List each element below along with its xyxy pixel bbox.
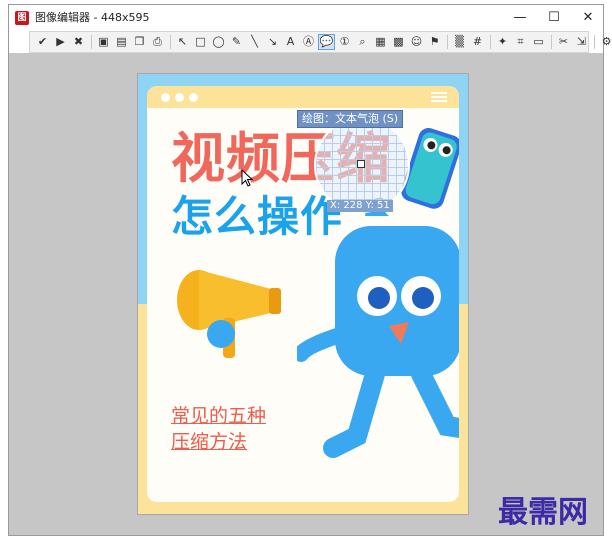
toolbar-separator: [490, 35, 491, 49]
magnifier-icon[interactable]: ⌕: [354, 34, 371, 50]
save-as-icon[interactable]: ▤: [113, 34, 130, 50]
image-icon[interactable]: ▩: [390, 34, 407, 50]
stamp-icon[interactable]: ⚑: [426, 34, 443, 50]
highlight-icon[interactable]: ▦: [372, 34, 389, 50]
poster-subtitle-line1: 常见的五种: [171, 405, 267, 427]
magic-icon[interactable]: ✦: [494, 34, 511, 50]
crop-icon[interactable]: ⌗: [512, 34, 529, 50]
app-icon: 图: [15, 11, 29, 25]
tool-tooltip: 绘图：文本气泡 (S): [297, 110, 404, 128]
emoji-icon[interactable]: ☺: [408, 34, 425, 50]
arrow-icon[interactable]: ↘: [264, 34, 281, 50]
toolbar: ✔ ▶ ✖ ▣ ▤ ❐ ⎙ ↖ □ ◯ ✎ ╲ ↘ A Ⓐ 💬 ① ⌕ ▦ ▩ ☺ ⚑ ▒ # ✦ ⌗ ▭ ✂ ⇲ ⚙: [29, 31, 611, 53]
title-bar[interactable]: 图 图像编辑器 - 448x595 — ☐ ✕: [9, 5, 603, 31]
play-icon[interactable]: ▶: [52, 34, 69, 50]
poster-subtitle-line2: 压缩方法: [171, 431, 248, 453]
minimize-button[interactable]: —: [503, 5, 537, 31]
megaphone-icon: [177, 270, 281, 358]
mouse-cursor-icon: [241, 169, 253, 187]
toolbar-separator: [551, 35, 552, 49]
maximize-button[interactable]: ☐: [537, 5, 571, 31]
toolbar-separator: [594, 35, 595, 49]
toolbar-separator: [447, 35, 448, 49]
close-window-button[interactable]: ✕: [571, 5, 605, 31]
crosshair-icon: [357, 160, 365, 168]
save-icon[interactable]: ▣: [95, 34, 112, 50]
step-counter-icon[interactable]: ①: [336, 34, 353, 50]
image-editor-window: 图 图像编辑器 - 448x595 — ☐ ✕ ✔ ▶ ✖ ▣ ▤ ❐ ⎙ ↖ □ ◯ ✎ ╲ ↘ A Ⓐ 💬…: [8, 4, 611, 536]
line-icon[interactable]: ╲: [246, 34, 263, 50]
ellipse-icon[interactable]: ◯: [210, 34, 227, 50]
cursor-coordinates: X: 228 Y: 51: [327, 200, 393, 212]
grid-icon[interactable]: #: [469, 34, 486, 50]
window-dot: [161, 93, 170, 102]
window-dot: [189, 93, 198, 102]
copy-icon[interactable]: ❐: [131, 34, 148, 50]
export-icon[interactable]: ⇲: [573, 34, 590, 50]
frame-icon[interactable]: ▭: [530, 34, 547, 50]
window-dot: [175, 93, 184, 102]
menu-icon: [431, 92, 447, 102]
magnifier-loupe: [314, 117, 410, 213]
toolbar-separator: [170, 35, 171, 49]
poster-image[interactable]: 视频压缩 怎么操作 常见的五种 压缩方法: [137, 73, 469, 515]
speech-bubble-icon[interactable]: 💬: [318, 34, 335, 50]
tools-icon[interactable]: ✂: [555, 34, 572, 50]
canvas-area[interactable]: 视频压缩 怎么操作 常见的五种 压缩方法 绘图：文本气泡 (S) X: 228 …: [9, 53, 603, 535]
card-header: [147, 86, 459, 108]
pen-icon[interactable]: ✎: [228, 34, 245, 50]
rectangle-icon[interactable]: □: [192, 34, 209, 50]
check-icon[interactable]: ✔: [34, 34, 51, 50]
window-title: 图像编辑器 - 448x595: [35, 11, 150, 24]
cancel-icon[interactable]: ✖: [70, 34, 87, 50]
watermark: 最需网: [498, 495, 588, 530]
blue-mascot-illustration: [297, 197, 459, 458]
toolbar-separator: [91, 35, 92, 49]
poster-card: 视频压缩 怎么操作 常见的五种 压缩方法: [147, 86, 459, 502]
pointer-icon[interactable]: ↖: [174, 34, 191, 50]
text-icon[interactable]: A: [282, 34, 299, 50]
blur-icon[interactable]: ▒: [451, 34, 468, 50]
settings-icon[interactable]: ⚙: [598, 34, 612, 50]
textbox-icon[interactable]: Ⓐ: [300, 34, 317, 50]
print-icon[interactable]: ⎙: [149, 34, 166, 50]
